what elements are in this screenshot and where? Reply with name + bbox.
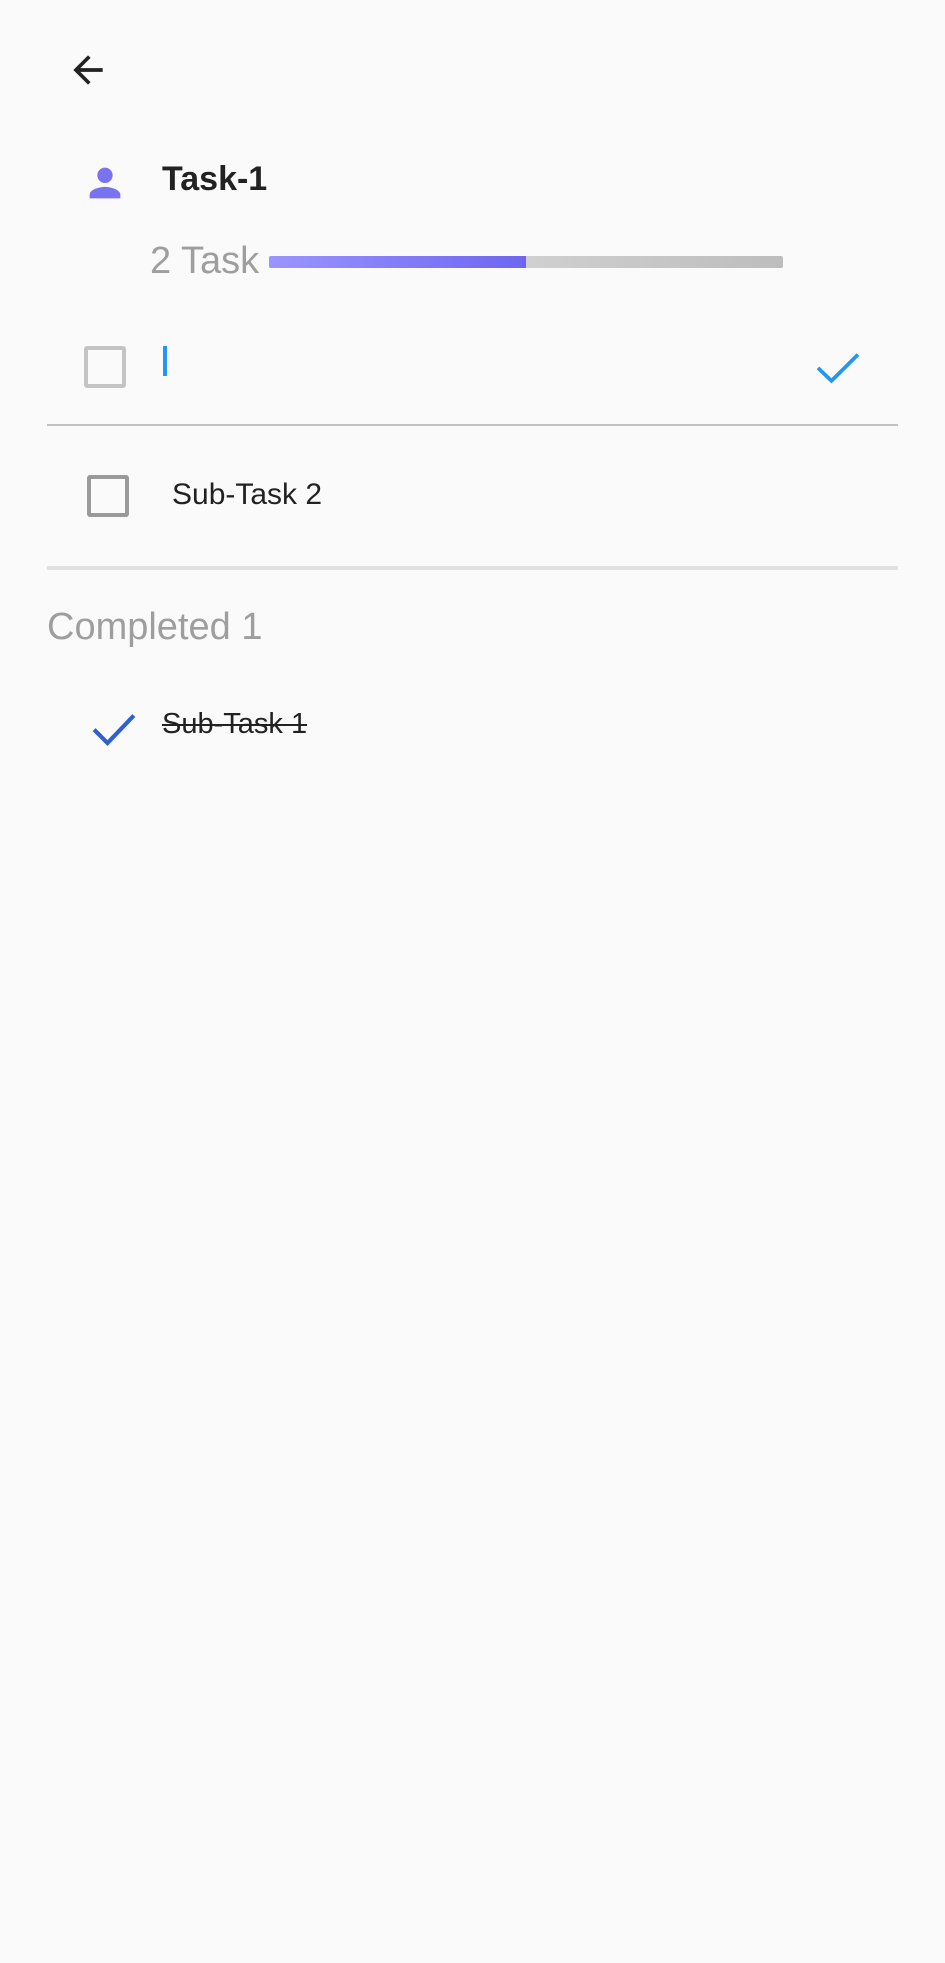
progress-bar — [269, 255, 784, 268]
new-subtask-checkbox[interactable] — [84, 346, 126, 388]
section-divider — [47, 566, 898, 570]
progress-label: 2 Task — [150, 240, 260, 282]
check-icon — [816, 353, 860, 384]
divider — [47, 424, 898, 426]
person-icon — [89, 167, 121, 199]
new-subtask-input[interactable] — [160, 340, 780, 388]
task-title: Task-1 — [162, 160, 268, 198]
check-icon — [92, 714, 136, 746]
back-button[interactable] — [56, 44, 120, 96]
subtask-checkbox[interactable] — [87, 475, 129, 517]
text-caret — [163, 346, 167, 376]
task-progress: 2 Task — [150, 240, 784, 283]
completed-checkbox[interactable] — [88, 704, 140, 756]
completed-subtask-label[interactable]: Sub-Task 1 — [162, 708, 307, 741]
task-header — [82, 160, 128, 206]
completed-heading: Completed 1 — [47, 606, 263, 648]
subtask-label[interactable]: Sub-Task 2 — [172, 478, 322, 512]
confirm-subtask-button[interactable] — [810, 340, 866, 396]
subtask-screen: Task-1 2 Task Sub-Task 2 Completed 1 Sub… — [0, 0, 945, 1963]
progress-bar-fill — [269, 255, 527, 268]
arrow-back-icon — [73, 55, 103, 85]
